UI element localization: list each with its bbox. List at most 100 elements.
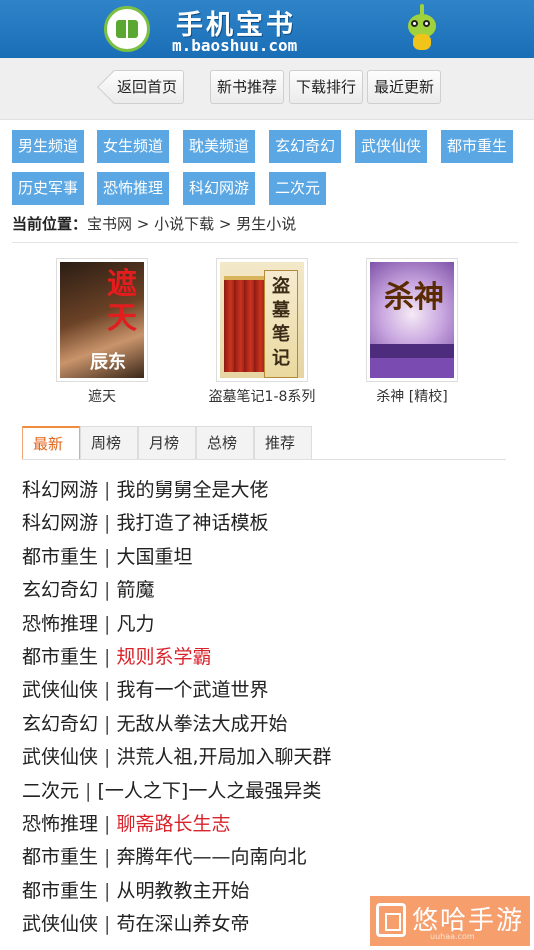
tab-latest[interactable]: 最新 [22,426,80,460]
list-item[interactable]: 玄幻奇幻 | 无敌从拳法大成开始 [22,708,512,741]
category-male[interactable]: 男生频道 [12,130,85,163]
featured-book[interactable]: 盗墓笔记 盗墓笔记1-8系列 [194,258,330,406]
list-item-title[interactable]: 凡力 [117,613,155,635]
list-item-title[interactable]: 洪荒人祖,开局加入聊天群 [117,746,332,768]
tab-recommended[interactable]: 推荐 [254,426,312,460]
list-item-category[interactable]: 都市重生 [22,646,98,668]
list-item-separator: | [98,545,117,568]
cover-author: 辰东 [90,352,126,373]
watermark-sub: uuhaa.com [430,932,475,941]
tab-total[interactable]: 总榜 [196,426,254,460]
list-item[interactable]: 科幻网游 | 我打造了神话模板 [22,507,512,540]
site-header: 手机宝书 m.baoshuu.com [0,0,534,58]
list-item-separator: | [98,846,117,869]
category-scifi[interactable]: 科幻网游 [183,172,256,205]
category-acg[interactable]: 二次元 [269,172,327,205]
category-urban[interactable]: 都市重生 [441,130,514,163]
list-item-title[interactable]: 箭魔 [117,579,155,601]
list-item-category[interactable]: 科幻网游 [22,479,98,501]
cover-title: 盗墓笔记 [264,270,298,378]
list-item-title[interactable]: 苟在深山养女帝 [117,913,250,935]
book-cover[interactable]: 杀神 [366,258,458,382]
list-item-separator: | [79,779,98,802]
list-item-separator: | [98,645,117,668]
list-item-category[interactable]: 恐怖推理 [22,613,98,635]
mascot-icon [408,4,436,52]
list-item-category[interactable]: 科幻网游 [22,512,98,534]
list-item-category[interactable]: 二次元 [22,780,79,802]
list-item-separator: | [98,579,117,602]
list-item-category[interactable]: 玄幻奇幻 [22,579,98,601]
tab-weekly[interactable]: 周榜 [80,426,138,460]
nav-bar: 返回首页 新书推荐 下载排行 最近更新 [0,58,534,120]
category-female[interactable]: 女生频道 [97,130,170,163]
list-item[interactable]: 恐怖推理 | 聊斋路长生志 [22,808,512,841]
featured-book-title[interactable]: 遮天 [56,386,148,406]
watermark-logo-icon [376,903,406,937]
list-item-category[interactable]: 都市重生 [22,880,98,902]
list-item[interactable]: 玄幻奇幻 | 箭魔 [22,574,512,607]
featured-book[interactable]: 杀神 杀神 [精校] [356,258,468,406]
list-item-category[interactable]: 恐怖推理 [22,813,98,835]
list-item-category[interactable]: 武侠仙侠 [22,679,98,701]
featured-book-title[interactable]: 杀神 [精校] [356,386,468,406]
list-item-category[interactable]: 武侠仙侠 [22,913,98,935]
site-url: m.baoshuu.com [172,36,298,55]
download-ranking-button[interactable]: 下载排行 [289,70,364,104]
breadcrumb-label: 当前位置： [12,215,88,233]
list-item-title[interactable]: 规则系学霸 [117,646,212,668]
category-horror[interactable]: 恐怖推理 [97,172,170,205]
list-item[interactable]: 都市重生 | 奔腾年代——向南向北 [22,841,512,874]
list-item-category[interactable]: 武侠仙侠 [22,746,98,768]
back-home-button[interactable]: 返回首页 [112,70,185,104]
list-item-separator: | [98,679,117,702]
list-item-separator: | [98,913,117,936]
featured-book[interactable]: 遮天 辰东 遮天 [56,258,148,406]
list-item[interactable]: 科幻网游 | 我的舅舅全是大佬 [22,474,512,507]
recent-updates-button[interactable]: 最近更新 [367,70,442,104]
book-cover[interactable]: 遮天 辰东 [56,258,148,382]
list-item-separator: | [98,746,117,769]
list-item-title[interactable]: 我的舅舅全是大佬 [117,479,269,501]
logo-book-icon[interactable] [104,6,150,52]
divider [22,459,506,460]
list-item-separator: | [98,879,117,902]
divider [12,242,518,243]
list-item-title[interactable]: 我有一个武道世界 [117,679,269,701]
list-item-separator: | [98,512,117,535]
featured-book-title[interactable]: 盗墓笔记1-8系列 [194,386,330,406]
list-item-title[interactable]: 我打造了神话模板 [117,512,269,534]
list-item[interactable]: 都市重生 | 大国重坦 [22,541,512,574]
breadcrumb-path[interactable]: 宝书网 > 小说下载 > 男生小说 [87,215,296,233]
list-item-title[interactable]: [一人之下]一人之最强异类 [98,780,322,802]
list-item-title[interactable]: 聊斋路长生志 [117,813,231,835]
book-cover[interactable]: 盗墓笔记 [216,258,308,382]
list-item[interactable]: 恐怖推理 | 凡力 [22,608,512,641]
list-item-separator: | [98,612,117,635]
book-list: 科幻网游 | 我的舅舅全是大佬 科幻网游 | 我打造了神话模板 都市重生 | 大国重… [22,474,512,941]
category-wuxia[interactable]: 武侠仙侠 [355,130,428,163]
category-fantasy[interactable]: 玄幻奇幻 [269,130,342,163]
breadcrumb: 当前位置：宝书网 > 小说下载 > 男生小说 [12,213,296,234]
list-item[interactable]: 都市重生 | 规则系学霸 [22,641,512,674]
tab-monthly[interactable]: 月榜 [138,426,196,460]
watermark: 悠哈手游 uuhaa.com [370,896,530,946]
list-item[interactable]: 武侠仙侠 | 洪荒人祖,开局加入聊天群 [22,741,512,774]
list-item-title[interactable]: 大国重坦 [117,546,193,568]
category-history[interactable]: 历史军事 [12,172,85,205]
list-item[interactable]: 二次元 | [一人之下]一人之最强异类 [22,775,512,808]
new-books-button[interactable]: 新书推荐 [210,70,285,104]
list-item-separator: | [98,812,117,835]
category-danmei[interactable]: 耽美频道 [183,130,256,163]
list-item-separator: | [98,712,117,735]
list-item-category[interactable]: 都市重生 [22,846,98,868]
list-item-title[interactable]: 奔腾年代——向南向北 [117,846,307,868]
list-item-category[interactable]: 都市重生 [22,546,98,568]
cover-title: 遮天 [107,267,137,336]
list-item-category[interactable]: 玄幻奇幻 [22,713,98,735]
list-item-title[interactable]: 无敌从拳法大成开始 [117,713,288,735]
list-item-title[interactable]: 从明教教主开始 [117,880,250,902]
list-item-separator: | [98,479,117,501]
cover-title: 杀神 [384,280,444,315]
list-item[interactable]: 武侠仙侠 | 我有一个武道世界 [22,674,512,707]
